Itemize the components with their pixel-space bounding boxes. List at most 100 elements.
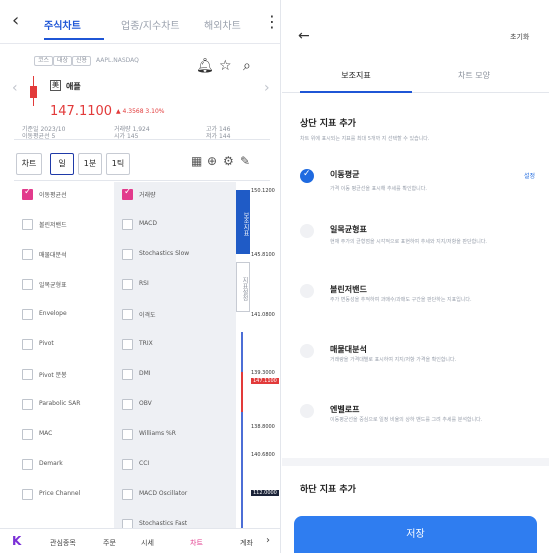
indicator-option[interactable]: 이동평균가격 이동 평균선을 표시해 추세를 확인합니다. 설정 [300, 165, 540, 225]
indicator-desc: 가격 이동 평균선을 표시해 추세를 확인합니다. [330, 186, 427, 192]
sub-indicator-label: OBV [139, 400, 152, 407]
checkbox[interactable] [122, 399, 133, 410]
price-tick-label: 139.3000 [251, 370, 275, 376]
checkbox[interactable] [122, 459, 133, 470]
sub-indicator-item[interactable]: MACD Oscillator [122, 484, 218, 510]
price-change: ▲ 4.3568 3.10% [116, 108, 165, 115]
overlay-indicator-item[interactable]: Demark [22, 454, 118, 480]
overlay-indicator-item[interactable]: 이동평균선 [22, 184, 118, 210]
sub-indicator-label: MACD Oscillator [139, 490, 188, 497]
unselected-radio-icon[interactable] [300, 284, 314, 298]
indicator-option[interactable]: 일목균형표 현재 주가의 균형점을 시각적으로 표현하여 추세와 지지/저항을 판… [300, 220, 540, 280]
checkbox[interactable] [122, 369, 133, 380]
grid-icon[interactable]: ▦ [191, 154, 202, 168]
chart-area[interactable]: 보조지표 지표설정 150.1200 145.8100 141.0800 139.30… [236, 182, 280, 528]
indicator-desc: 현재 주가의 균형점을 시각적으로 표현하여 추세와 지지/저항을 판단합니다. [330, 239, 488, 245]
nav-order[interactable]: 주문 [103, 538, 116, 548]
tab-sub-indicators[interactable]: 보조지표 [236, 190, 250, 254]
checkbox[interactable] [22, 279, 33, 290]
overlay-indicator-item[interactable]: Pivot [22, 334, 118, 360]
period-1min-button[interactable]: 1분 [78, 153, 102, 175]
checkbox[interactable] [22, 339, 33, 350]
checkbox[interactable] [122, 309, 133, 320]
sub-indicator-item[interactable]: RSI [122, 274, 218, 300]
sub-indicator-label: 거래량 [139, 192, 156, 199]
sub-indicator-item[interactable]: TRIX [122, 334, 218, 360]
overlay-indicator-item[interactable]: Envelope [22, 304, 118, 330]
brush-icon[interactable]: ✎ [240, 154, 250, 168]
tab-sector-chart[interactable]: 업종/지수차트 [121, 17, 180, 32]
unselected-radio-icon[interactable] [300, 404, 314, 418]
checkbox[interactable] [22, 249, 33, 260]
chart-type-button[interactable]: 차트 [16, 153, 42, 175]
indicator-name: 매물대분석 [330, 345, 367, 354]
overlay-indicator-item[interactable]: 매물대분석 [22, 244, 118, 270]
sub-indicator-item[interactable]: 거래량 [122, 184, 218, 210]
sub-indicator-label: CCI [139, 460, 150, 467]
nav-more-arrow-icon[interactable]: › [266, 535, 270, 546]
candle-logo-icon [30, 86, 37, 98]
overlay-indicator-item[interactable]: Pivot 분봉 [22, 364, 118, 390]
overlay-indicator-item[interactable]: 볼린저밴드 [22, 214, 118, 240]
next-stock-arrow-icon[interactable]: › [264, 80, 270, 96]
sub-indicator-item[interactable]: Stochastics Slow [122, 244, 218, 270]
zoom-in-icon[interactable]: ⊕ [207, 154, 217, 168]
more-menu-icon[interactable]: ⋮ [264, 12, 280, 31]
app-logo-icon[interactable]: K [12, 534, 21, 548]
search-icon[interactable]: ⌕ [243, 58, 251, 74]
period-1tick-button[interactable]: 1틱 [106, 153, 130, 175]
favorite-star-icon[interactable]: ☆ [219, 58, 232, 74]
period-day-button[interactable]: 일 [50, 153, 74, 175]
sub-indicator-item[interactable]: Williams %R [122, 424, 218, 450]
save-button[interactable]: 저장 [294, 516, 537, 553]
indicator-option[interactable]: 볼린저밴드 주가 변동성을 추적하여 과매수/과매도 구간을 판단하는 지표입니다… [300, 280, 540, 340]
sub-indicator-item[interactable]: MACD [122, 214, 218, 240]
checkbox[interactable] [122, 429, 133, 440]
checkbox[interactable] [22, 369, 33, 380]
indicator-setting-link[interactable]: 설정 [524, 171, 535, 180]
nav-account[interactable]: 계좌 [240, 538, 253, 548]
unselected-radio-icon[interactable] [300, 224, 314, 238]
checkbox[interactable] [22, 219, 33, 230]
nav-quote[interactable]: 시세 [141, 538, 154, 548]
price-tick-label: 150.1200 [251, 188, 275, 194]
checkbox[interactable] [122, 219, 133, 230]
overlay-indicator-item[interactable]: Parabolic SAR [22, 394, 118, 420]
checkbox[interactable] [122, 249, 133, 260]
back-arrow-icon[interactable]: ← [298, 28, 310, 44]
checkbox[interactable] [22, 489, 33, 500]
tab-chart-style[interactable]: 차트 모양 [424, 70, 524, 81]
sub-indicator-item[interactable]: CCI [122, 454, 218, 480]
checkbox[interactable] [122, 339, 133, 350]
checkbox[interactable] [122, 489, 133, 500]
nav-chart[interactable]: 차트 [190, 538, 203, 548]
checkbox[interactable] [122, 187, 133, 200]
overlay-indicator-item[interactable]: Price Channel [22, 484, 118, 510]
tab-sub-indicators[interactable]: 보조지표 [306, 70, 406, 81]
back-arrow-icon[interactable]: ‹ [12, 12, 19, 30]
reset-button[interactable]: 초기화 [510, 32, 529, 42]
checkbox[interactable] [22, 429, 33, 440]
sub-indicator-item[interactable]: DMI [122, 364, 218, 390]
checkbox[interactable] [122, 279, 133, 290]
tab-indicator-settings[interactable]: 지표설정 [236, 262, 250, 312]
selected-check-icon[interactable] [300, 169, 314, 183]
tab-overseas-chart[interactable]: 해외차트 [204, 17, 241, 32]
indicator-option[interactable]: 매물대분석 거래량을 가격대별로 표시하여 지지/저항 가격을 확인합니다. [300, 340, 540, 400]
indicator-option[interactable]: 엔벨로프 이동평균선을 중심으로 일정 비율의 상하 밴드를 그려 추세를 분석합… [300, 400, 540, 460]
settings-icon[interactable]: ⚙ [223, 154, 234, 168]
overlay-indicator-item[interactable]: 일목균형표 [22, 274, 118, 300]
checkbox[interactable] [22, 187, 33, 200]
stock-name[interactable]: 애플 [66, 81, 81, 92]
sub-indicator-item[interactable]: 이격도 [122, 304, 218, 330]
alert-bell-icon[interactable]: 🔔︎ [196, 58, 214, 74]
nav-watchlist[interactable]: 관심종목 [50, 538, 76, 548]
checkbox[interactable] [22, 309, 33, 320]
unselected-radio-icon[interactable] [300, 344, 314, 358]
checkbox[interactable] [22, 459, 33, 470]
overlay-indicator-item[interactable]: MAC [22, 424, 118, 450]
checkbox[interactable] [22, 399, 33, 410]
tab-stock-chart[interactable]: 주식차트 [44, 17, 81, 32]
prev-stock-arrow-icon[interactable]: ‹ [12, 80, 18, 96]
sub-indicator-item[interactable]: OBV [122, 394, 218, 420]
